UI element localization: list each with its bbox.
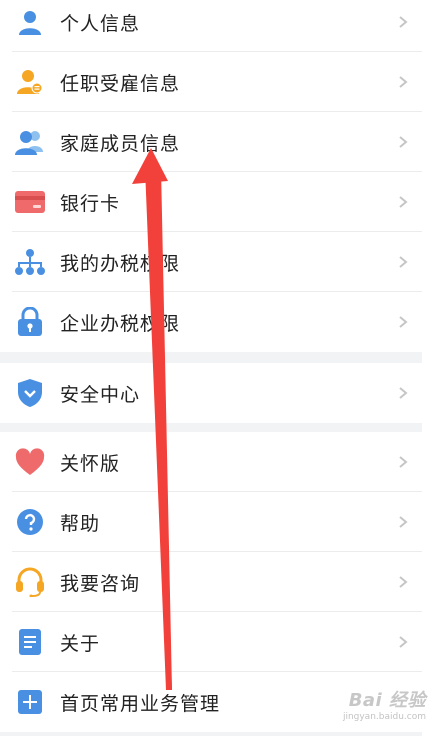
baidu-jingyan-watermark: Bai 经验 jingyan.baidu.com xyxy=(343,686,426,722)
org-tree-icon xyxy=(14,246,46,278)
chevron-right-icon xyxy=(399,576,408,588)
chevron-right-icon xyxy=(399,516,408,528)
plus-square-icon xyxy=(14,686,46,718)
chevron-right-icon xyxy=(399,387,408,399)
menu-item-about[interactable]: 关于 xyxy=(0,612,422,672)
chevron-right-icon xyxy=(399,76,408,88)
chevron-right-icon xyxy=(399,636,408,648)
menu-item-bank-card[interactable]: 银行卡 xyxy=(0,172,422,232)
question-icon xyxy=(14,506,46,538)
menu-group-account: 个人信息 任职受雇信息 家庭成员信息 银行卡 我的办税权限 企业办税权限 xyxy=(0,0,422,352)
chevron-right-icon xyxy=(399,196,408,208)
watermark-logo: Bai 经验 xyxy=(348,690,426,711)
chevron-right-icon xyxy=(399,136,408,148)
employee-badge-icon xyxy=(14,66,46,98)
heart-icon xyxy=(14,446,46,478)
person-icon xyxy=(14,6,46,38)
bank-card-icon xyxy=(14,186,46,218)
chevron-right-icon xyxy=(399,256,408,268)
menu-item-help[interactable]: 帮助 xyxy=(0,492,422,552)
shield-icon xyxy=(14,377,46,409)
chevron-right-icon xyxy=(399,316,408,328)
menu-item-employment-info[interactable]: 任职受雇信息 xyxy=(0,52,422,112)
menu-item-enterprise-tax-permissions[interactable]: 企业办税权限 xyxy=(0,292,422,352)
right-edge-strip xyxy=(422,0,440,736)
document-icon xyxy=(14,626,46,658)
lock-icon xyxy=(14,306,46,338)
menu-item-care-version[interactable]: 关怀版 xyxy=(0,432,422,492)
headset-icon xyxy=(14,566,46,598)
chevron-right-icon xyxy=(399,456,408,468)
chevron-right-icon xyxy=(399,16,408,28)
watermark-url: jingyan.baidu.com xyxy=(342,712,426,722)
menu-group-security: 安全中心 xyxy=(0,363,422,423)
menu-item-consult[interactable]: 我要咨询 xyxy=(0,552,422,612)
menu-item-security-center[interactable]: 安全中心 xyxy=(0,363,422,423)
menu-item-my-tax-permissions[interactable]: 我的办税权限 xyxy=(0,232,422,292)
family-members-icon xyxy=(14,126,46,158)
menu-item-personal-info[interactable]: 个人信息 xyxy=(0,0,422,52)
menu-item-family-info[interactable]: 家庭成员信息 xyxy=(0,112,422,172)
